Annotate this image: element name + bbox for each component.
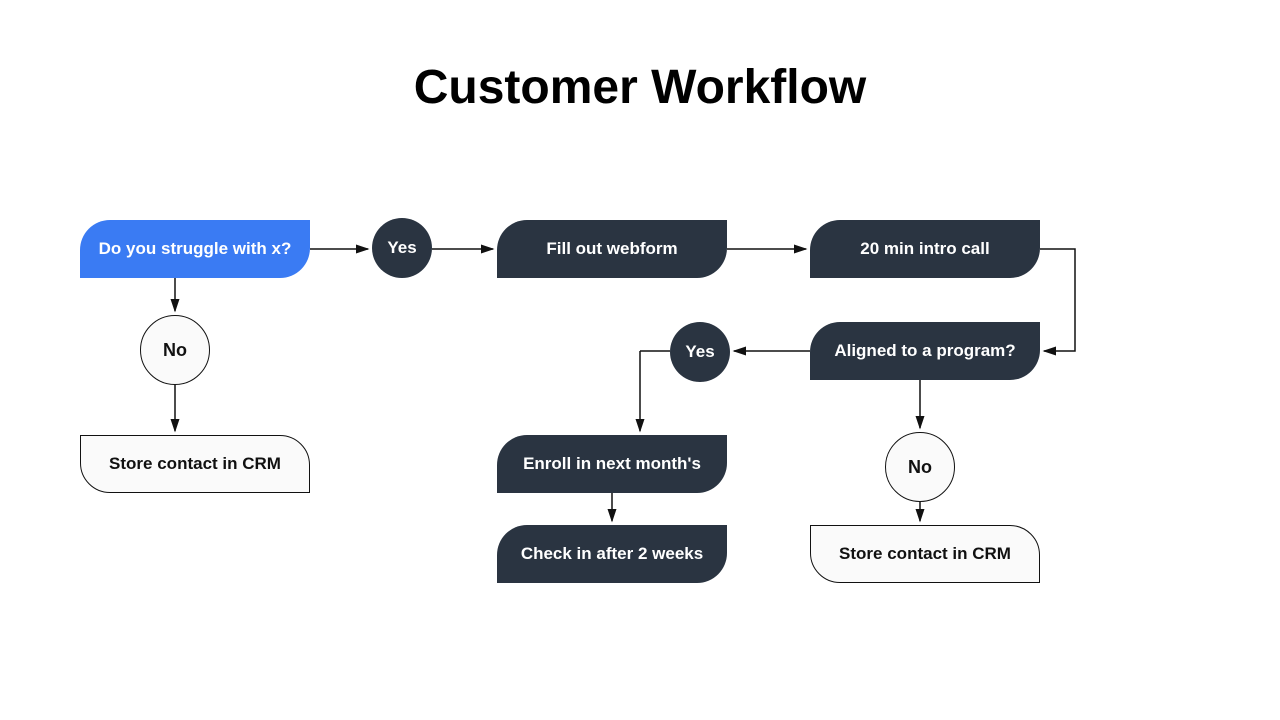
node-no-1: No [140, 315, 210, 385]
node-intro-call: 20 min intro call [810, 220, 1040, 278]
node-yes-2: Yes [670, 322, 730, 382]
node-enroll: Enroll in next month's [497, 435, 727, 493]
node-store-crm-2: Store contact in CRM [810, 525, 1040, 583]
node-aligned-question: Aligned to a program? [810, 322, 1040, 380]
page-title: Customer Workflow [0, 60, 1280, 115]
node-start-question: Do you struggle with x? [80, 220, 310, 278]
node-fill-webform: Fill out webform [497, 220, 727, 278]
node-yes-1: Yes [372, 218, 432, 278]
node-checkin: Check in after 2 weeks [497, 525, 727, 583]
node-no-2: No [885, 432, 955, 502]
node-store-crm-1: Store contact in CRM [80, 435, 310, 493]
